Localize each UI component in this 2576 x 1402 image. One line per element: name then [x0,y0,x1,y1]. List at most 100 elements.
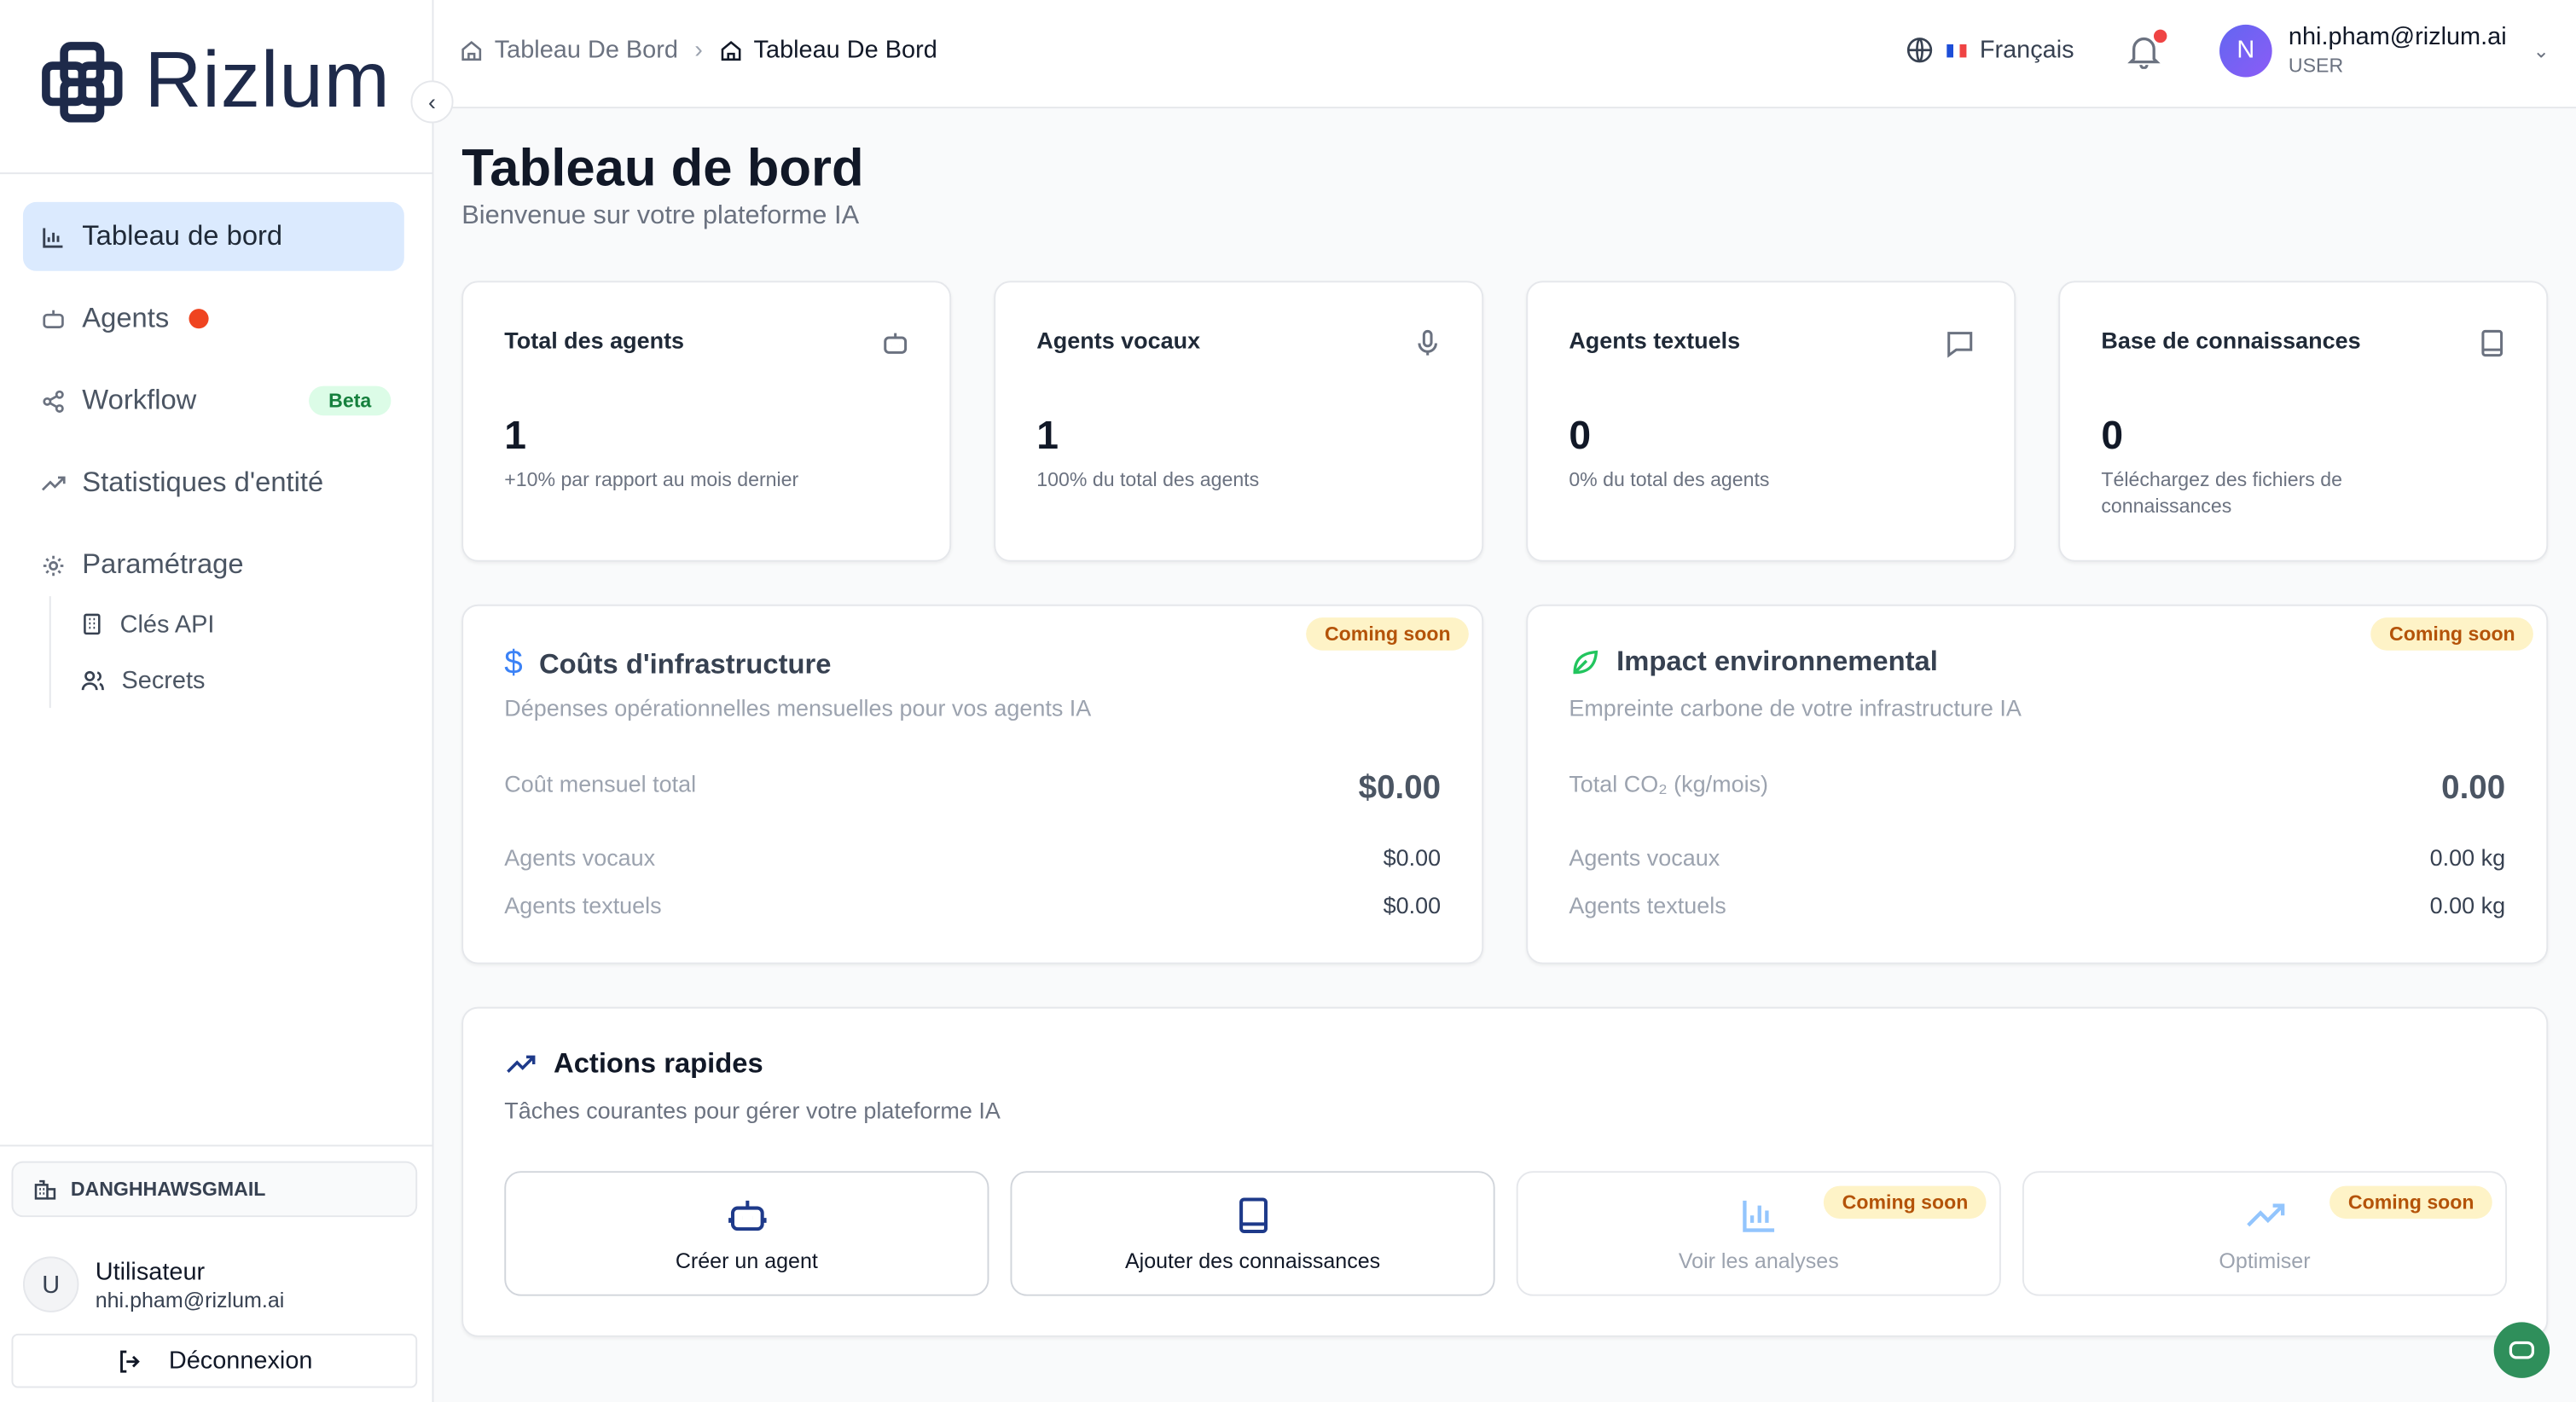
action-label: Ajouter des connaissances [1124,1248,1381,1273]
user-email: nhi.pham@rizlum.ai [95,1287,285,1312]
quick-actions-card: Actions rapides Tâches courantes pour gé… [461,1006,2549,1337]
row-label: Total CO₂ (kg/mois) [1569,770,1769,797]
env-row-total: Total CO₂ (kg/mois) 0.00 [1569,770,2505,808]
sidebar-item-agents[interactable]: Agents [23,284,404,353]
trending-up-icon [2246,1203,2284,1227]
view-analytics-button[interactable]: Coming soon Voir les analyses [1516,1171,2001,1296]
card-desc: Empreinte carbone de votre infrastructur… [1569,694,2022,721]
stat-label: Agents vocaux [1036,327,1201,354]
sidebar-item-api-keys[interactable]: Clés API [80,596,214,652]
coming-soon-badge: Coming soon [1306,617,1469,651]
avatar: U [22,1256,79,1312]
beta-badge: Beta [309,385,392,416]
sidebar-divider [0,172,432,175]
top-bar: Tableau De Bord › Tableau De Bord França… [433,0,2576,109]
user-name: Utilisateur [95,1257,206,1286]
add-knowledge-button[interactable]: Ajouter des connaissances [1010,1171,1495,1296]
sidebar: Rizlum Tableau de bord Agents Workflow B… [0,0,434,1402]
stat-value: 0 [2101,414,2124,459]
sidebar-item-settings[interactable]: Paramétrage [23,530,404,600]
book-icon [2481,329,2503,357]
chevron-down-icon: ⌄ [2532,38,2550,62]
french-flag-icon [1947,43,1967,57]
row-label: Agents vocaux [1569,843,1720,871]
stat-label: Agents textuels [1569,327,1741,354]
chevron-left-icon: ‹ [428,89,437,115]
bot-icon [884,333,908,354]
chevron-right-icon: › [694,36,703,65]
notifications-button[interactable] [2127,29,2167,72]
organization-switcher[interactable]: DANGHHAWSGMAIL [11,1161,418,1218]
breadcrumb-item[interactable]: Tableau De Bord [495,36,678,64]
card-title-label: Actions rapides [554,1047,763,1080]
stat-value: 0 [1569,414,1592,459]
page-title: Tableau de bord [461,137,864,198]
infrastructure-costs-card: Coming soon $ Coûts d'infrastructure Dép… [461,604,1484,965]
row-label: Coût mensuel total [504,770,697,797]
sidebar-item-secrets[interactable]: Secrets [80,652,214,708]
settings-subnav: Clés API Secrets [49,596,214,709]
trending-up-icon [507,1055,536,1073]
stat-card-knowledge-base: Base de connaissances 0 Téléchargez des … [2058,281,2549,562]
logout-label: Déconnexion [168,1347,313,1376]
card-desc: Dépenses opérationnelles mensuelles pour… [504,694,1092,721]
sidebar-item-label: Statistiques d'entité [82,466,324,498]
trending-up-icon [39,470,66,496]
leaf-icon [1573,649,1598,674]
book-icon [1239,1197,1268,1234]
stat-value: 1 [504,414,527,459]
logo[interactable]: Rizlum [39,39,391,125]
card-title: Impact environnemental [1569,646,1938,679]
user-info: U Utilisateur nhi.pham@rizlum.ai [22,1256,285,1312]
home-icon [461,39,482,61]
stat-desc: +10% par rapport au mois dernier [504,467,799,491]
language-selector[interactable]: Français [1906,36,2074,64]
card-title-label: Coûts d'infrastructure [538,647,832,680]
collapse-sidebar-button[interactable]: ‹ [410,80,454,124]
language-label: Français [1979,36,2074,65]
row-value: 0.00 kg [2429,843,2506,871]
stat-card-total-agents: Total des agents 1 +10% par rapport au m… [461,281,952,562]
logout-icon [119,1349,140,1372]
organization-name: DANGHHAWSGMAIL [70,1177,266,1201]
stat-desc: 0% du total des agents [1569,467,1770,491]
sidebar-item-dashboard[interactable]: Tableau de bord [22,201,404,271]
environmental-impact-card: Coming soon Impact environnemental Empre… [1526,604,2549,965]
avatar: N [2219,23,2272,77]
card-title: $ Coûts d'infrastructure [504,646,831,683]
sidebar-footer-divider [0,1144,432,1147]
sidebar-item-label: Tableau de bord [82,220,283,252]
sidebar-item-label: Paramétrage [82,548,244,580]
sub-item-label: Clés API [119,610,215,639]
breadcrumb-current: Tableau De Bord [753,36,937,65]
building-icon [84,613,101,635]
row-value: $0.00 [1358,770,1442,807]
action-label: Créer un agent [675,1248,818,1273]
stat-card-text-agents: Agents textuels 0 0% du total des agents [1526,281,2016,562]
row-label: Agents textuels [504,891,662,918]
optimize-button[interactable]: Coming soon Optimiser [2022,1171,2508,1296]
env-row-text: Agents textuels 0.00 kg [1569,892,2505,918]
coming-soon-badge: Coming soon [1824,1185,1987,1220]
page-subtitle: Bienvenue sur votre plateforme IA [461,201,860,230]
coming-soon-badge: Coming soon [2329,1185,2492,1220]
gear-icon [39,552,66,578]
dollar-icon: $ [504,645,523,682]
action-label: Voir les analyses [1678,1248,1839,1273]
cost-row-voice: Agents vocaux $0.00 [504,844,1441,871]
stat-label: Base de connaissances [2101,327,2361,354]
user-profile-menu[interactable]: N nhi.pham@rizlum.ai USER ⌄ [2219,23,2550,78]
users-icon [81,669,104,690]
notification-dot [189,309,209,329]
profile-email: nhi.pham@rizlum.ai [2288,22,2507,51]
sidebar-item-entity-stats[interactable]: Statistiques d'entité [23,449,404,518]
cost-row-text: Agents textuels $0.00 [504,892,1441,918]
chat-widget-button[interactable] [2493,1322,2550,1378]
sidebar-item-label: Workflow [82,384,197,416]
env-row-voice: Agents vocaux 0.00 kg [1569,844,2505,871]
create-agent-button[interactable]: Créer un agent [504,1171,989,1296]
row-value: $0.00 [1383,891,1442,918]
sidebar-item-workflow[interactable]: Workflow Beta [23,366,404,435]
bar-chart-icon [1742,1200,1774,1232]
logout-button[interactable]: Déconnexion [11,1333,418,1388]
